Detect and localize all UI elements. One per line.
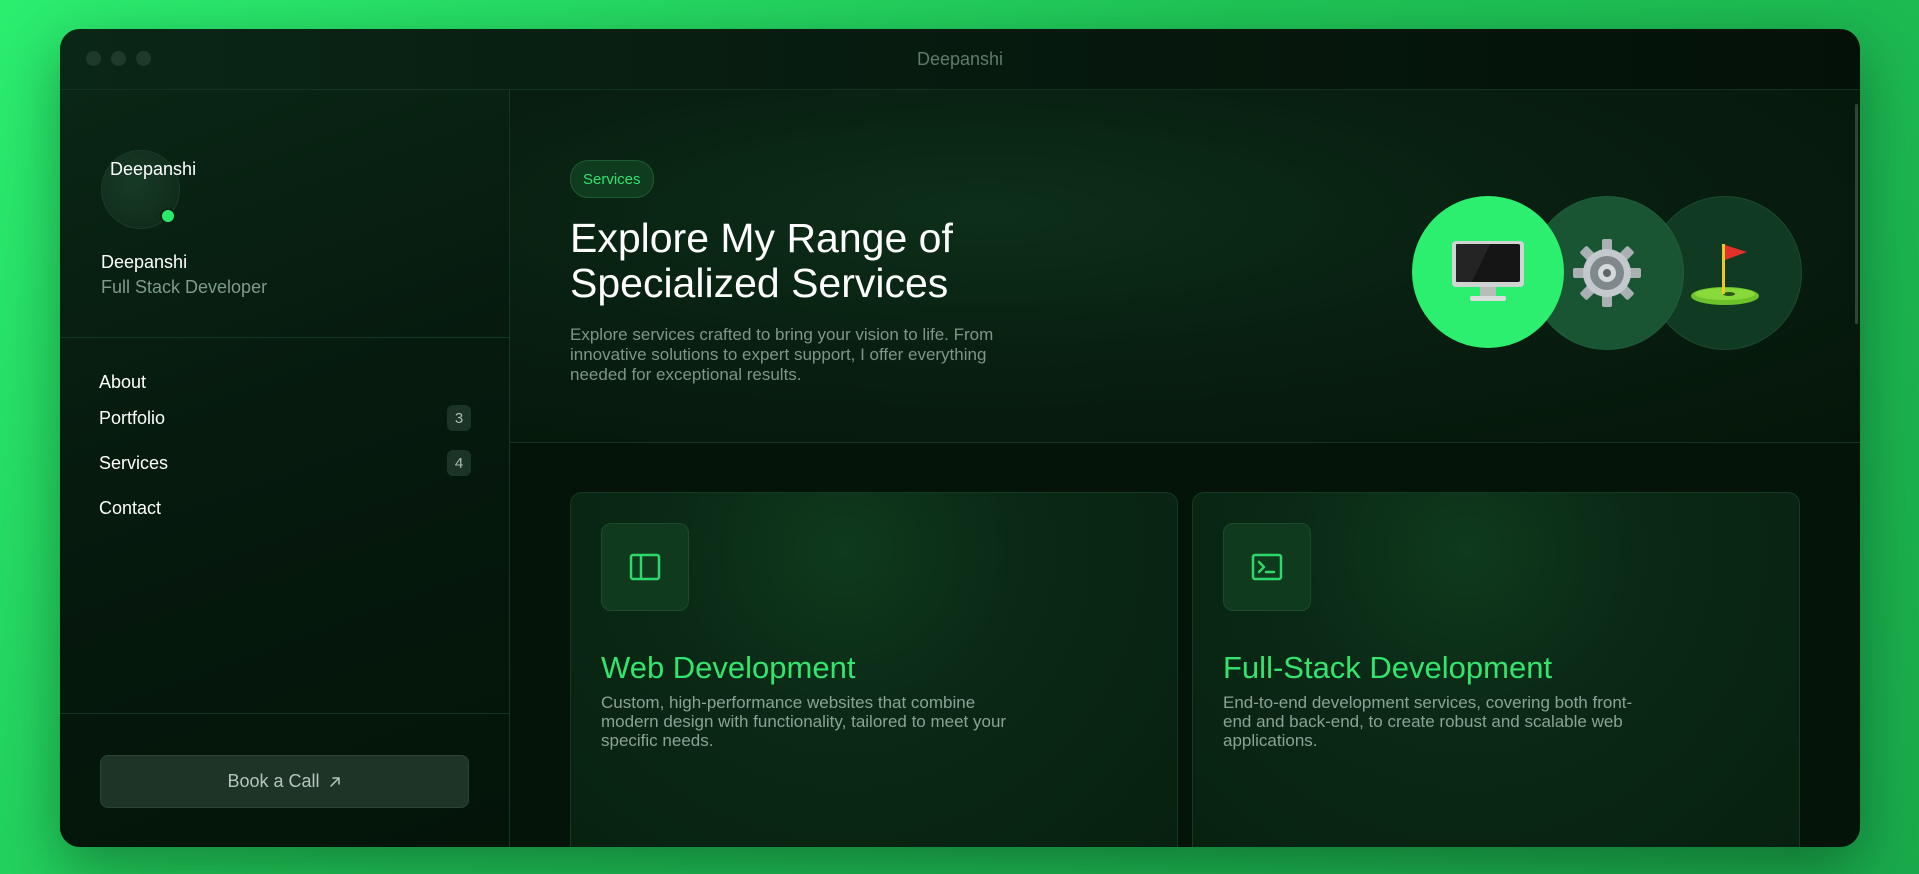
service-card-web-development[interactable]: Web Development Custom, high-performance…: [570, 492, 1178, 847]
book-call-label: Book a Call: [227, 771, 320, 791]
online-status-dot: [160, 208, 176, 224]
arrow-up-right-icon: [329, 776, 340, 787]
nav-item-contact[interactable]: Contact: [99, 492, 471, 524]
nav-item-label: Contact: [99, 497, 162, 518]
window-title: Deepanshi: [916, 49, 1004, 69]
title-line-2: Specialized Services: [570, 260, 949, 306]
profile-section: Deepanshi Deepanshi Full Stack Developer: [60, 90, 509, 338]
avatar-label: Deepanshi: [110, 159, 197, 179]
page-title: Explore My Range of Specialized Services: [570, 216, 1130, 306]
service-description: End-to-end development services, coverin…: [1223, 693, 1633, 750]
title-line-1: Explore My Range of: [570, 215, 953, 261]
nav-item-label: About: [99, 371, 147, 392]
nav-item-label: Portfolio: [99, 407, 166, 428]
sidebar-layout-icon: [601, 523, 689, 611]
service-description: Custom, high-performance websites that c…: [601, 693, 1007, 750]
profile-role: Full Stack Developer: [101, 277, 268, 297]
nav-item-portfolio[interactable]: Portfolio 3: [99, 402, 471, 434]
title-bar: Deepanshi: [60, 29, 1860, 90]
count-badge: 3: [447, 405, 471, 431]
book-call-button[interactable]: Book a Call: [100, 755, 469, 808]
avatar: Deepanshi: [101, 150, 196, 229]
hero-description: Explore services crafted to bring your v…: [570, 325, 994, 384]
desktop-computer-icon: [1412, 196, 1564, 348]
profile-name: Deepanshi: [101, 252, 188, 272]
terminal-icon: [1223, 523, 1311, 611]
hero-icon-group: [1412, 196, 1802, 350]
nav-item-about[interactable]: About: [99, 366, 471, 398]
services-grid: Web Development Custom, high-performance…: [510, 443, 1860, 847]
main-content: Services Explore My Range of Specialized…: [510, 90, 1860, 847]
hero-section: Services Explore My Range of Specialized…: [510, 90, 1860, 443]
app-window: Deepanshi Deepanshi Deepanshi Full Stack…: [60, 29, 1860, 847]
service-title: Full-Stack Development: [1223, 650, 1553, 685]
sidebar: Deepanshi Deepanshi Full Stack Developer…: [60, 90, 510, 847]
service-title: Web Development: [601, 650, 856, 685]
service-card-full-stack-development[interactable]: Full-Stack Development End-to-end develo…: [1192, 492, 1800, 847]
sidebar-footer: Book a Call: [60, 713, 509, 847]
section-tag: Services: [570, 160, 654, 198]
nav-item-label: Services: [99, 452, 169, 473]
count-badge: 4: [447, 450, 471, 476]
scrollbar[interactable]: [1855, 104, 1858, 324]
nav-item-services[interactable]: Services 4: [99, 447, 471, 479]
